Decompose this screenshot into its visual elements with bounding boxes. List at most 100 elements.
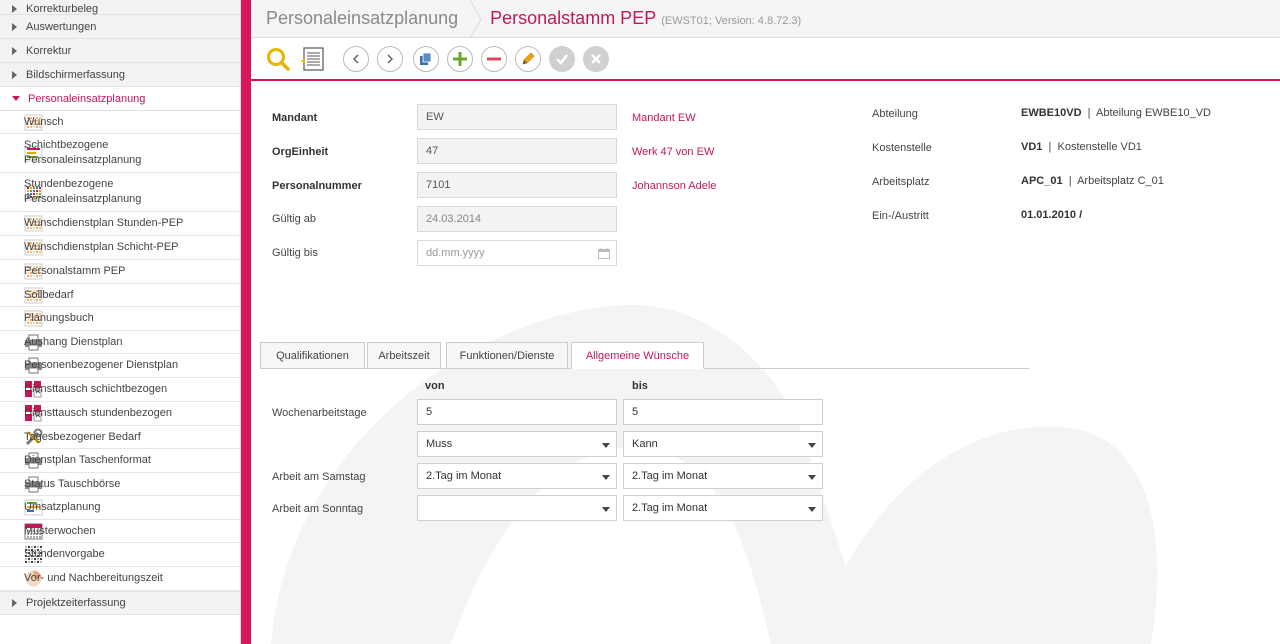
sidebar-section-projektzeiterfassung[interactable]: Projektzeiterfassung xyxy=(0,591,240,615)
sidebar-item[interactable]: Stundenvorgabe xyxy=(0,543,240,567)
search-icon[interactable] xyxy=(265,46,291,72)
sidebar-section-label: Korrektur xyxy=(26,44,72,57)
sidebar-item-label: Diensttausch schichtbezogen xyxy=(24,383,168,395)
personalnummer-field[interactable]: 7101 xyxy=(417,172,617,198)
sidebar-item[interactable]: Aushang Dienstplan xyxy=(0,331,240,354)
list-icon[interactable] xyxy=(299,46,325,72)
wochenarbeitstage-von-input[interactable]: 5 xyxy=(417,399,617,425)
sidebar-item[interactable]: Wunschdienstplan Stunden-PEP xyxy=(0,212,240,236)
sidebar-item[interactable]: Umsatzplanung xyxy=(0,496,240,520)
sonntag-von-select[interactable] xyxy=(417,495,617,521)
gueltig-bis-field[interactable]: dd.mm.yyyy xyxy=(417,240,617,266)
column-von: von xyxy=(425,380,445,392)
orgeinheit-link[interactable]: Werk 47 von EW xyxy=(632,146,714,158)
sidebar-item[interactable]: Wunsch xyxy=(0,111,240,134)
sidebar-item[interactable]: Personalstamm PEP xyxy=(0,260,240,284)
einaustritt-date: 01.01.2010 / xyxy=(1021,209,1083,221)
edit-button[interactable] xyxy=(515,45,541,72)
breadcrumb: Personaleinsatzplanung Personalstamm PEP… xyxy=(251,0,1280,38)
sidebar-section-auswertungen[interactable]: Auswertungen xyxy=(0,15,240,39)
mandant-link[interactable]: Mandant EW xyxy=(632,112,696,124)
next-button[interactable] xyxy=(377,45,403,72)
select-value: 2.Tag im Monat xyxy=(632,470,708,482)
sidebar-item[interactable]: Vor- und Nachbereitungszeit xyxy=(0,567,240,591)
sidebar-item-label: Wunschdienstplan Schicht-PEP xyxy=(24,241,179,253)
select-value: 2.Tag im Monat xyxy=(632,502,708,514)
sidebar-item[interactable]: Planungsbuch xyxy=(0,307,240,331)
remove-button[interactable] xyxy=(481,45,507,72)
sonntag-label: Arbeit am Sonntag xyxy=(272,503,364,515)
breadcrumb-parent[interactable]: Personaleinsatzplanung xyxy=(251,0,470,38)
orgeinheit-label: OrgEinheit xyxy=(272,146,329,158)
personalnummer-link[interactable]: Johannson Adele xyxy=(632,180,716,192)
mandant-label: Mandant xyxy=(272,112,318,124)
wochenarbeitstage-label: Wochenarbeitstage xyxy=(272,407,367,419)
personalnummer-label: Personalnummer xyxy=(272,180,362,192)
sidebar-item[interactable]: Musterwochen xyxy=(0,520,240,543)
tab-qualifikationen[interactable]: Qualifikationen xyxy=(260,342,365,369)
sidebar-item[interactable]: Diensttausch stundenbezogen xyxy=(0,402,240,426)
date-placeholder: dd.mm.yyyy xyxy=(426,247,485,259)
separator: | xyxy=(1068,175,1072,187)
gueltig-bis-label: Gültig bis xyxy=(272,247,318,259)
chevron-left-icon xyxy=(352,53,359,64)
wochenarbeitstage-bis-input[interactable]: 5 xyxy=(623,399,823,425)
calendar-icon[interactable] xyxy=(598,248,610,259)
select-value: 2.Tag im Monat xyxy=(426,470,502,482)
background-watermark xyxy=(271,304,1158,644)
mandant-field[interactable]: EW xyxy=(417,104,617,130)
sidebar-item-label: Vor- und Nachbereitungszeit xyxy=(24,572,163,584)
copy-button[interactable] xyxy=(413,45,439,72)
muss-kann-bis-select[interactable]: Kann xyxy=(623,431,823,457)
abteilung-code: EWBE10VD xyxy=(1021,107,1082,119)
breadcrumb-separator-icon xyxy=(470,0,482,38)
sidebar-section-bildschirmerfassung[interactable]: Bildschirmerfassung xyxy=(0,63,240,87)
sonntag-bis-select[interactable]: 2.Tag im Monat xyxy=(623,495,823,521)
sidebar-item[interactable]: Dienstplan Taschenformat xyxy=(0,449,240,473)
cancel-button[interactable] xyxy=(583,45,609,72)
sidebar-item[interactable]: Status Tauschbörse xyxy=(0,473,240,496)
abteilung-name: Abteilung EWBE10_VD xyxy=(1096,107,1211,119)
arbeitsplatz-code: APC_01 xyxy=(1021,175,1063,187)
samstag-von-select[interactable]: 2.Tag im Monat xyxy=(417,463,617,489)
sidebar-item[interactable]: Wunschdienstplan Schicht-PEP xyxy=(0,236,240,260)
sidebar-section-korrekturbeleg[interactable]: Korrekturbeleg xyxy=(0,0,240,15)
tab-allgemeine-wuensche[interactable]: Allgemeine Wünsche xyxy=(571,342,704,369)
tab-funktionen-dienste[interactable]: Funktionen/Dienste xyxy=(446,342,568,369)
minus-icon xyxy=(487,57,501,60)
sidebar-item-label: Status Tauschbörse xyxy=(24,477,121,490)
dropdown-caret-icon xyxy=(808,475,816,480)
sidebar-item[interactable]: Sollbedarf xyxy=(0,284,240,307)
plus-icon xyxy=(453,51,467,66)
sidebar-section-label: Projektzeiterfassung xyxy=(26,597,126,609)
orgeinheit-field[interactable]: 47 xyxy=(417,138,617,164)
version-label: (EWST01; Version: 4.8.72.3) xyxy=(661,14,802,27)
gueltig-ab-field: 24.03.2014 xyxy=(417,206,617,232)
accent-bar xyxy=(241,0,251,644)
muss-kann-von-select[interactable]: Muss xyxy=(417,431,617,457)
prev-button[interactable] xyxy=(343,45,369,72)
samstag-bis-select[interactable]: 2.Tag im Monat xyxy=(623,463,823,489)
add-button[interactable] xyxy=(447,45,473,72)
tab-arbeitszeit[interactable]: Arbeitszeit xyxy=(367,342,441,369)
sidebar-item-label: Wunschdienstplan Stunden-PEP xyxy=(24,217,184,229)
kostenstelle-name: Kostenstelle VD1 xyxy=(1057,141,1142,153)
sidebar-section-label: Personaleinsatzplanung xyxy=(28,92,146,105)
dropdown-caret-icon xyxy=(808,443,816,448)
sidebar-item-label: Dienstplan Taschenformat xyxy=(24,454,151,466)
sidebar-item[interactable]: Personenbezogener Dienstplan xyxy=(0,354,240,378)
copy-icon xyxy=(420,52,432,65)
sidebar-item-label: Schichtbezogene Personaleinsatzplanung xyxy=(24,139,142,166)
sidebar-item[interactable]: Tagesbezogener Bedarf xyxy=(0,426,240,449)
sidebar-section-korrektur[interactable]: Korrektur xyxy=(0,39,240,63)
chevron-right-icon xyxy=(387,53,394,64)
sidebar-section-personaleinsatzplanung[interactable]: Personaleinsatzplanung xyxy=(0,87,240,111)
page-title: Personalstamm PEP xyxy=(490,8,657,28)
sidebar-item[interactable]: Schichtbezogene Personaleinsatzplanung xyxy=(0,134,240,173)
sidebar-item[interactable]: Diensttausch schichtbezogen xyxy=(0,378,240,402)
sidebar-item-label: Musterwochen xyxy=(24,524,96,537)
sidebar-section-label: Bildschirmerfassung xyxy=(26,68,126,81)
close-icon xyxy=(591,53,601,64)
confirm-button[interactable] xyxy=(549,45,575,72)
sidebar-item[interactable]: Stundenbezogene Personaleinsatzplanung xyxy=(0,173,240,212)
